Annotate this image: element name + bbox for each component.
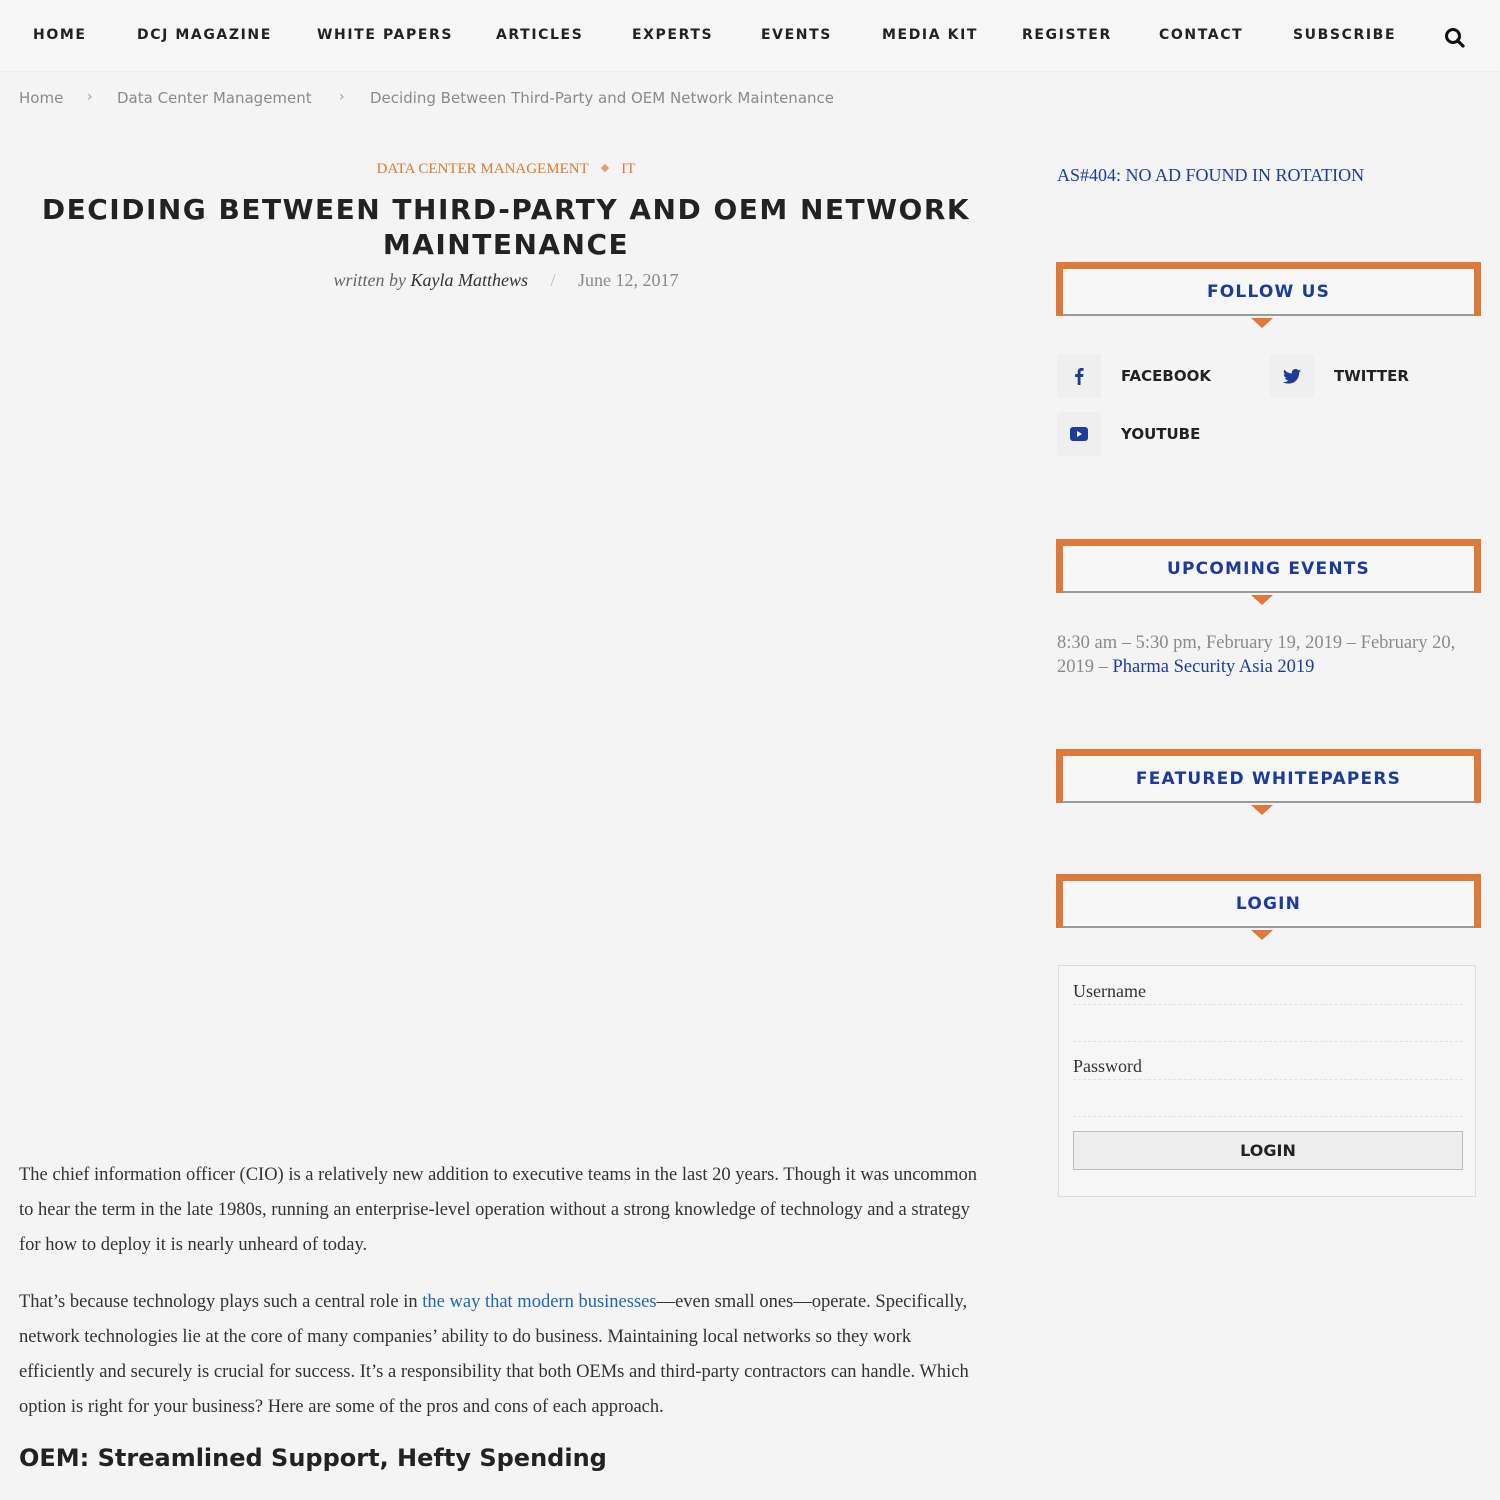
- article-byline: written by Kayla Matthews / June 12, 201…: [0, 270, 1012, 291]
- username-input[interactable]: [1073, 1004, 1463, 1042]
- paragraph-text: That’s because technology plays such a c…: [19, 1292, 423, 1312]
- article-title: DECIDING BETWEEN THIRD-PARTY AND OEM NET…: [41, 193, 971, 261]
- widget-title: FEATURED WHITEPAPERS: [1063, 756, 1474, 803]
- nav-home[interactable]: HOME: [33, 27, 87, 43]
- article-paragraph: That’s because technology plays such a c…: [19, 1285, 984, 1425]
- search-button[interactable]: [1444, 27, 1466, 49]
- widget-title-arrow: [1250, 595, 1273, 605]
- social-link-twitter[interactable]: TWITTER: [1270, 354, 1409, 398]
- social-label: TWITTER: [1334, 367, 1409, 385]
- social-link-youtube[interactable]: YOUTUBE: [1057, 412, 1200, 456]
- login-form: Username Password LOGIN: [1058, 965, 1476, 1197]
- article-subheading: OEM: Streamlined Support, Hefty Spending: [19, 1444, 607, 1472]
- breadcrumb-current: Deciding Between Third-Party and OEM Net…: [370, 89, 834, 107]
- nav-white-papers[interactable]: WHITE PAPERS: [317, 27, 453, 43]
- nav-articles[interactable]: ARTICLES: [496, 27, 583, 43]
- widget-title-arrow: [1250, 930, 1273, 940]
- social-link-facebook[interactable]: FACEBOOK: [1057, 354, 1211, 398]
- password-label: Password: [1073, 1056, 1143, 1076]
- social-label: FACEBOOK: [1121, 367, 1211, 385]
- login-widget-header: LOGIN: [1056, 874, 1481, 940]
- author-link[interactable]: Kayla Matthews: [410, 270, 528, 290]
- category-separator: ◆: [600, 162, 610, 174]
- youtube-icon: [1057, 412, 1101, 456]
- search-icon: [1445, 28, 1465, 48]
- breadcrumb-home[interactable]: Home: [19, 89, 63, 107]
- widget-title-arrow: [1250, 318, 1273, 328]
- follow-us-widget-header: FOLLOW US: [1056, 262, 1481, 328]
- username-label: Username: [1073, 981, 1146, 1001]
- byline-prefix: written by: [333, 270, 406, 290]
- article-categories: DATA CENTER MANAGEMENT ◆ IT: [0, 161, 1012, 178]
- upcoming-events-widget-header: UPCOMING EVENTS: [1056, 539, 1481, 605]
- breadcrumb-category[interactable]: Data Center Management: [117, 89, 312, 107]
- byline-separator: /: [550, 270, 556, 290]
- event-item: 8:30 am – 5:30 pm, February 19, 2019 – F…: [1057, 631, 1477, 679]
- article-body: The chief information officer (CIO) is a…: [19, 1158, 984, 1473]
- widget-title-arrow: [1250, 805, 1273, 815]
- nav-experts[interactable]: EXPERTS: [632, 27, 713, 43]
- ad-notice[interactable]: AS#404: NO AD FOUND IN ROTATION: [1057, 165, 1364, 186]
- password-input[interactable]: [1073, 1079, 1463, 1117]
- featured-whitepapers-widget-header: FEATURED WHITEPAPERS: [1056, 749, 1481, 815]
- top-navigation: HOME DCJ MAGAZINE WHITE PAPERS ARTICLES …: [0, 0, 1500, 72]
- widget-title: FOLLOW US: [1063, 269, 1474, 316]
- category-link-it[interactable]: IT: [621, 161, 635, 177]
- nav-events[interactable]: EVENTS: [761, 27, 832, 43]
- article-paragraph: The chief information officer (CIO) is a…: [19, 1165, 977, 1255]
- facebook-icon: [1057, 354, 1101, 398]
- event-link[interactable]: Pharma Security Asia 2019: [1113, 657, 1315, 677]
- nav-register[interactable]: REGISTER: [1022, 27, 1112, 43]
- nav-contact[interactable]: CONTACT: [1159, 27, 1243, 43]
- twitter-icon: [1270, 354, 1314, 398]
- publish-date: June 12, 2017: [578, 270, 679, 290]
- widget-title: UPCOMING EVENTS: [1063, 546, 1474, 593]
- nav-dcj-magazine[interactable]: DCJ MAGAZINE: [137, 27, 272, 43]
- login-button[interactable]: LOGIN: [1073, 1131, 1463, 1170]
- social-label: YOUTUBE: [1121, 425, 1201, 443]
- inline-link-modern-businesses[interactable]: the way that modern businesses: [422, 1292, 656, 1312]
- breadcrumb-separator: ›: [87, 89, 93, 105]
- nav-media-kit[interactable]: MEDIA KIT: [882, 27, 978, 43]
- category-link-data-center-management[interactable]: DATA CENTER MANAGEMENT: [377, 161, 589, 177]
- widget-title: LOGIN: [1063, 881, 1474, 928]
- breadcrumb-separator: ›: [339, 89, 345, 105]
- nav-subscribe[interactable]: SUBSCRIBE: [1293, 27, 1396, 43]
